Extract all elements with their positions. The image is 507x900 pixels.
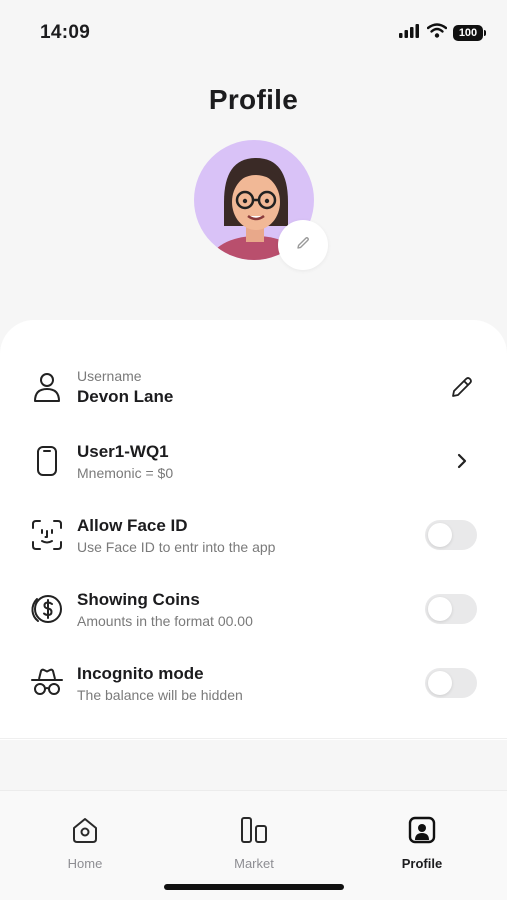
- status-bar: 14:09 100: [0, 0, 507, 66]
- face-id-toggle[interactable]: [425, 520, 477, 550]
- divider: [0, 738, 507, 739]
- wallet-text: User1-WQ1 Mnemonic = $0: [77, 442, 447, 481]
- face-id-row: Allow Face ID Use Face ID to entr into t…: [0, 498, 507, 572]
- incognito-icon: [30, 666, 64, 700]
- wallet-row[interactable]: User1-WQ1 Mnemonic = $0: [0, 424, 507, 498]
- username-label: Username: [77, 367, 142, 384]
- incognito-toggle[interactable]: [425, 668, 477, 698]
- toggle-knob: [428, 597, 452, 621]
- page-title: Profile: [208, 84, 299, 115]
- status-icons: 100: [399, 23, 486, 43]
- face-id-subtitle: Use Face ID to entr into the app: [77, 538, 276, 555]
- wallet-title: User1-WQ1: [77, 441, 169, 461]
- showing-coins-toggle[interactable]: [425, 594, 477, 624]
- face-id-text: Allow Face ID Use Face ID to entr into t…: [77, 516, 425, 555]
- profile-icon: [407, 815, 437, 850]
- avatar-container: [194, 140, 328, 270]
- phone-icon: [30, 444, 64, 478]
- showing-coins-row: Showing Coins Amounts in the format 00.0…: [0, 572, 507, 646]
- tab-home[interactable]: Home: [25, 815, 145, 871]
- tab-market[interactable]: Market: [194, 815, 314, 871]
- wallet-subtitle: Mnemonic = $0: [77, 464, 174, 481]
- chevron-right-icon[interactable]: [447, 446, 477, 476]
- status-time: 14:09: [40, 22, 91, 43]
- incognito-row: Incognito mode The balance will be hidde…: [0, 646, 507, 720]
- showing-coins-subtitle: Amounts in the format 00.00: [77, 612, 253, 629]
- dollar-coins-icon: [30, 592, 64, 626]
- pencil-icon: [452, 377, 472, 397]
- tab-home-label: Home: [67, 856, 103, 871]
- avatar-edit-button[interactable]: [278, 220, 328, 270]
- username-row[interactable]: Username Devon Lane: [0, 350, 507, 424]
- wifi-icon: [426, 23, 448, 43]
- tab-profile-label: Profile: [401, 856, 443, 871]
- home-icon: [70, 815, 100, 850]
- incognito-subtitle: The balance will be hidden: [77, 686, 243, 703]
- toggle-knob: [428, 671, 452, 695]
- showing-coins-title: Showing Coins: [77, 589, 200, 609]
- showing-coins-text: Showing Coins Amounts in the format 00.0…: [77, 590, 425, 629]
- username-text: Username Devon Lane: [77, 368, 447, 407]
- battery-icon: 100: [453, 25, 486, 41]
- market-icon: [239, 815, 269, 850]
- signal-icon: [399, 23, 421, 43]
- toggle-knob: [428, 523, 452, 547]
- incognito-title: Incognito mode: [77, 663, 204, 683]
- user-icon: [30, 370, 64, 404]
- username-value: Devon Lane: [77, 386, 174, 406]
- pencil-icon: [295, 235, 311, 256]
- face-id-title: Allow Face ID: [77, 515, 188, 535]
- home-indicator: [164, 884, 344, 890]
- tab-bar: Home Market Profile: [0, 790, 507, 900]
- tab-market-label: Market: [234, 856, 274, 871]
- tab-profile[interactable]: Profile: [362, 815, 482, 871]
- face-id-icon: [30, 518, 64, 552]
- incognito-text: Incognito mode The balance will be hidde…: [77, 664, 425, 703]
- edit-username-button[interactable]: [447, 372, 477, 402]
